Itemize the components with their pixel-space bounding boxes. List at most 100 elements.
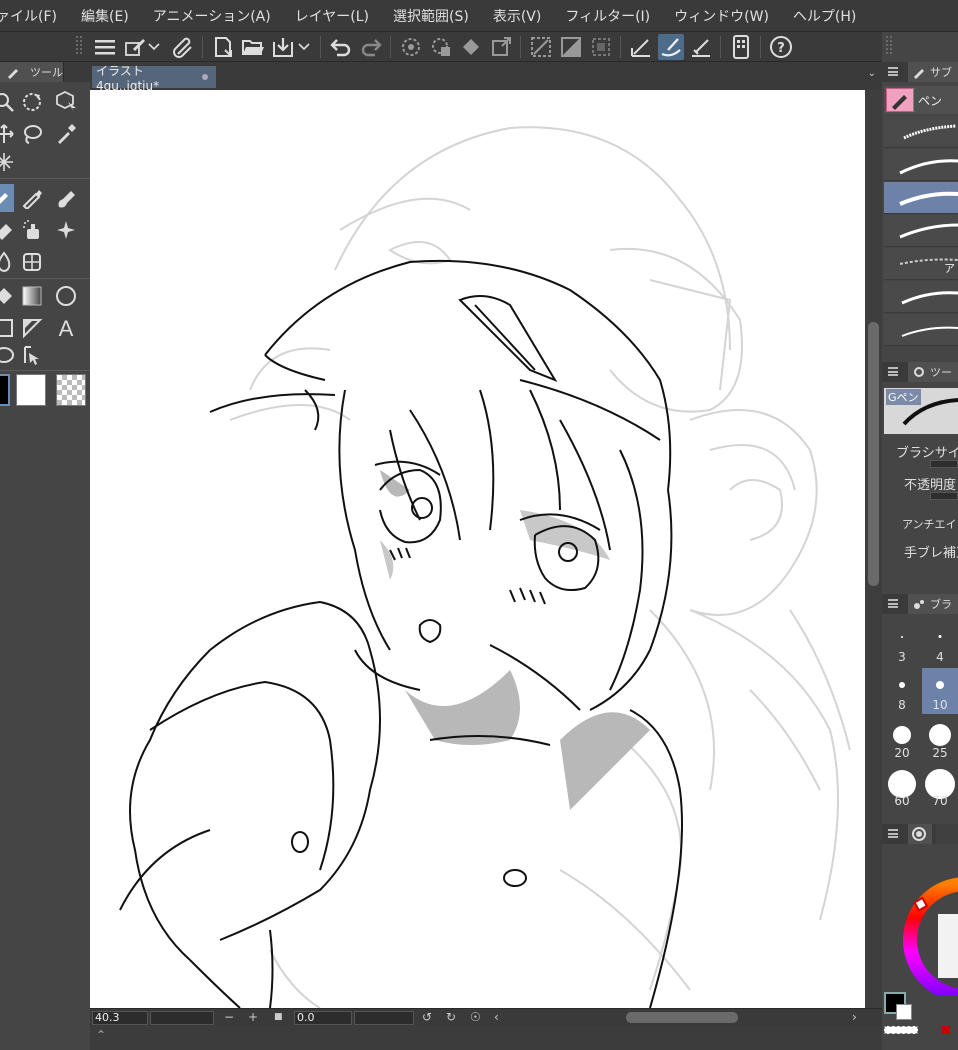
gradient-fill-icon[interactable] [0,282,18,310]
brush-size-60[interactable]: 60 [884,764,920,810]
subtool-brush-6[interactable] [884,281,958,313]
brush-size-4[interactable]: 4 [922,620,958,666]
rotation-field[interactable]: 0.0 [294,1011,352,1025]
main-color-swatch[interactable] [0,374,10,406]
zoom-in-icon[interactable]: + [248,1010,258,1024]
rotate-left-icon[interactable]: ↺ [422,1010,432,1024]
subtool-brush-1[interactable] [884,116,958,148]
frame-border-icon[interactable] [0,314,18,342]
ellipse-figure-icon[interactable] [52,282,80,310]
blend-icon[interactable] [0,248,18,276]
fill-bucket-icon[interactable] [18,248,46,276]
decoration-icon[interactable] [52,216,80,244]
eyedropper-icon[interactable] [52,120,80,148]
pen-tool-selected-icon[interactable] [0,184,14,212]
ruler-tool-icon[interactable] [18,314,46,342]
collapse-up-icon[interactable]: ⌃ [96,1028,106,1042]
menu-edit[interactable]: 編集(E) [69,6,141,26]
grip-icon[interactable] [76,36,82,54]
subtool-gpen-selected[interactable] [884,182,958,214]
sub-color-chip[interactable] [896,1004,912,1020]
zoom-tool-icon[interactable] [0,88,18,116]
balloon-icon[interactable] [0,342,18,370]
hue-ring[interactable] [902,852,958,996]
canvas-vertical-scrollbar[interactable] [865,90,882,1008]
object-select-icon[interactable] [52,88,80,116]
move-tool-icon[interactable] [0,120,18,148]
rotate-view-icon[interactable] [18,88,46,116]
transform-selection-icon[interactable] [488,34,514,60]
menu-file[interactable]: ァイル(F) [0,6,69,26]
brush-size-tab[interactable]: ブラ [908,594,958,614]
sparkle-tool-icon[interactable] [0,148,18,176]
menu-hamburger-icon[interactable] [92,34,118,60]
panel-menu-icon[interactable] [888,599,898,608]
gradient-icon[interactable] [18,282,46,310]
panel-menu-icon[interactable] [888,829,898,838]
ruler-pen-icon[interactable] [628,34,654,60]
menu-view[interactable]: 表示(V) [481,6,554,26]
brush-size-20[interactable]: 20 [884,716,920,762]
zoom-slider[interactable] [150,1011,214,1025]
paperclip-icon[interactable] [170,34,196,60]
smartphone-icon[interactable] [728,34,754,60]
invert-selection-icon[interactable] [428,34,454,60]
document-tab[interactable]: イラスト4gu,.jgtju* [92,64,216,93]
text-tool-icon[interactable]: A [52,314,80,342]
sub-color-swatch[interactable] [16,374,46,406]
chevron-down-icon[interactable] [146,34,162,60]
brush-size-70[interactable]: 70 [922,764,958,810]
edit-icon[interactable] [122,34,148,60]
scroll-right-icon[interactable]: › [852,1010,857,1024]
undo-icon[interactable] [328,34,354,60]
snap-to-ruler-icon[interactable] [658,34,684,60]
color-wheel[interactable] [884,846,958,996]
vertical-scrollbar-thumb[interactable] [868,322,879,586]
menu-layer[interactable]: レイヤー(L) [283,6,381,26]
menu-selection[interactable]: 選択範囲(S) [381,6,481,26]
transparent-color-swatch[interactable] [56,374,86,406]
brush-size-8[interactable]: 8 [884,668,920,714]
transparent-chip[interactable] [884,1026,918,1034]
pencil-icon[interactable] [18,184,46,212]
lasso-icon[interactable] [18,120,46,148]
drawing-canvas[interactable] [90,90,865,1008]
subtool-group-row[interactable]: ペン [884,86,958,114]
clear-outside-icon[interactable] [528,34,554,60]
zoom-field[interactable]: 40.3 [92,1011,148,1025]
fill-selection-icon[interactable] [458,34,484,60]
perspective-ruler-icon[interactable] [688,34,714,60]
color-set-tab[interactable] [936,824,958,844]
correct-line-icon[interactable] [18,342,46,370]
eraser-icon[interactable] [0,216,18,244]
horizontal-scrollbar-thumb[interactable] [626,1012,738,1023]
subtool-brush-2[interactable] [884,149,958,181]
opacity-slider[interactable] [930,492,958,500]
rotate-right-icon[interactable]: ↻ [446,1010,456,1024]
brush-size-3[interactable]: 3 [884,620,920,666]
rotation-slider[interactable] [354,1011,414,1025]
color-wheel-tab[interactable] [908,824,932,844]
panel-menu-icon[interactable] [888,367,898,376]
menu-help[interactable]: ヘルプ(H) [781,6,868,26]
help-icon[interactable]: ? [768,34,794,60]
open-folder-icon[interactable] [240,34,266,60]
fit-view-icon[interactable]: ■ [274,1012,283,1022]
deselect-icon[interactable] [588,34,614,60]
subtool-brush-5[interactable]: ア [884,248,958,280]
airbrush-icon[interactable] [18,216,46,244]
brush-size-25[interactable]: 25 [922,716,958,762]
subtool-brush-4[interactable] [884,215,958,247]
select-all-icon[interactable] [398,34,424,60]
reset-rotation-icon[interactable]: ☉ [470,1010,481,1024]
redo-icon[interactable] [358,34,384,60]
save-icon[interactable] [270,34,296,60]
subtool-brush-7[interactable] [884,314,958,346]
tool-panel-tab[interactable]: ツール [0,62,64,82]
chevron-down-icon[interactable] [296,34,312,60]
brush-size-10-selected[interactable]: 10 [922,668,958,714]
menu-animation[interactable]: アニメーション(A) [141,6,283,26]
new-file-icon[interactable] [210,34,236,60]
scroll-left-icon[interactable]: ‹ [494,1010,499,1024]
brush-icon[interactable] [52,184,80,212]
